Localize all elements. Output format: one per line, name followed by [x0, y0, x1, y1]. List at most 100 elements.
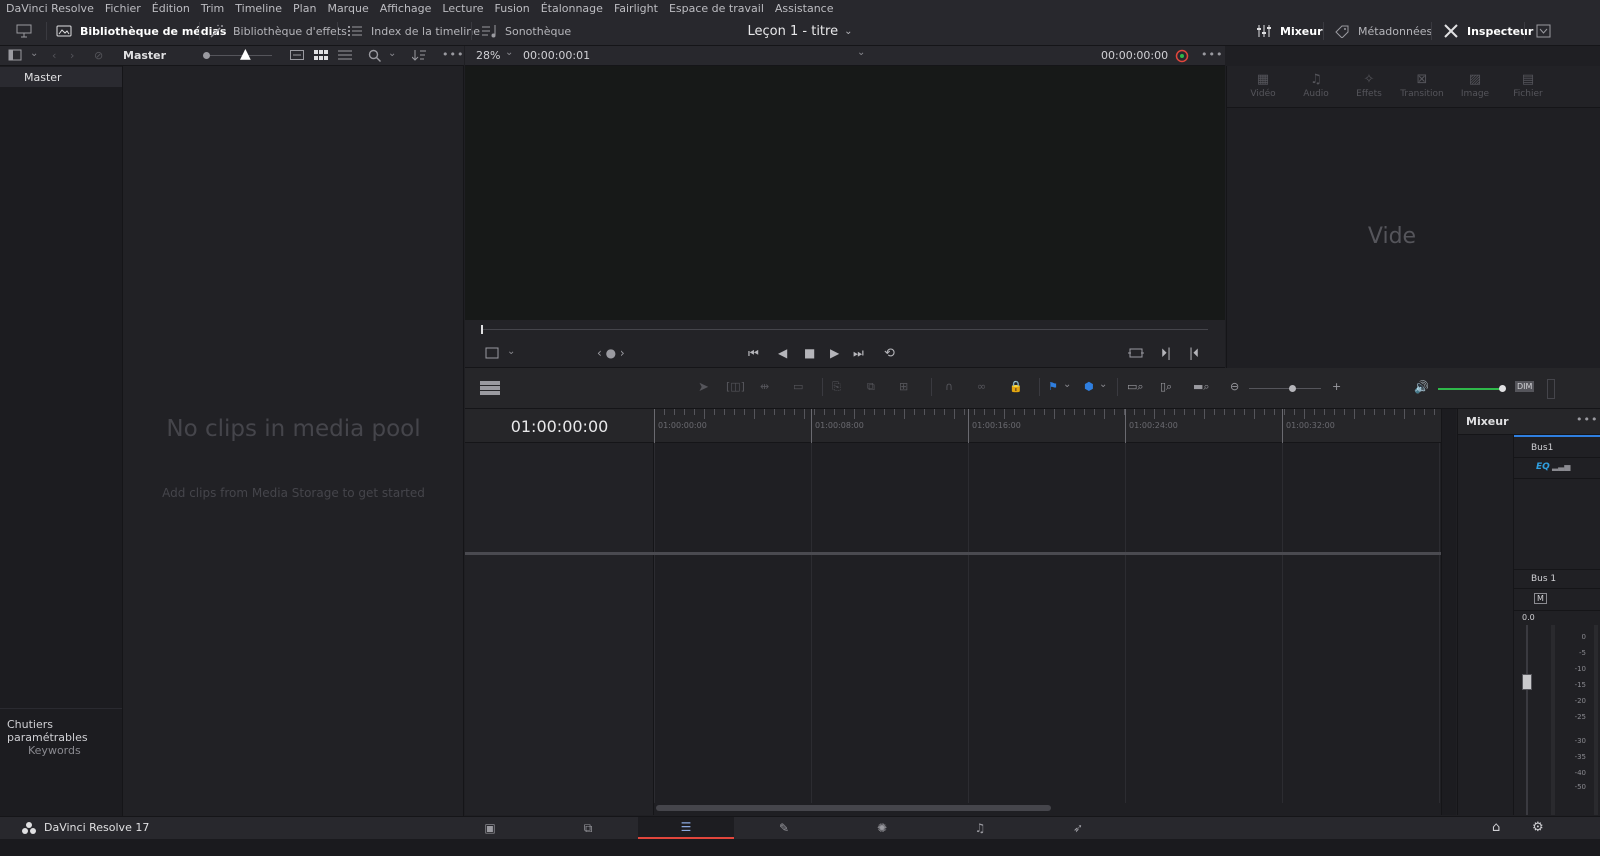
media-page-button[interactable]: ▣: [442, 817, 538, 839]
loop-icon[interactable]: ⟲: [884, 346, 895, 361]
edit-index-button[interactable]: Index de la timeline: [347, 16, 480, 46]
menu-item-13[interactable]: Assistance: [775, 2, 834, 15]
more-options-icon[interactable]: •••: [442, 48, 464, 61]
menu-item-0[interactable]: DaVinci Resolve: [6, 2, 94, 15]
list-view-icon[interactable]: [338, 50, 352, 63]
replace-clip-icon[interactable]: ⊞: [899, 380, 908, 393]
metadata-button[interactable]: Métadonnées: [1334, 16, 1432, 46]
slider-handle[interactable]: [203, 52, 210, 59]
timeline-horizontal-scrollbar[interactable]: [656, 805, 1051, 811]
inspector-tab-0[interactable]: ▦ Vidéo: [1237, 66, 1289, 108]
menu-item-4[interactable]: Timeline: [235, 2, 282, 15]
eq-button[interactable]: EQ: [1536, 462, 1550, 472]
inspector-tab-1[interactable]: ♫ Audio: [1290, 66, 1342, 108]
play-reverse-icon[interactable]: ◀: [778, 346, 787, 360]
playhead[interactable]: [481, 325, 483, 334]
sound-library-button[interactable]: Sonothèque: [481, 16, 571, 46]
viewer-mode-icon[interactable]: [485, 347, 499, 362]
menu-item-6[interactable]: Marque: [327, 2, 368, 15]
inspector-tab-5[interactable]: ▤ Fichier: [1502, 66, 1554, 108]
menu-item-9[interactable]: Fusion: [495, 2, 530, 15]
chevron-down-icon[interactable]: ⌄: [844, 26, 852, 37]
sort-icon[interactable]: [411, 49, 426, 64]
sidebar-toggle-icon[interactable]: [8, 49, 22, 64]
fader-track[interactable]: [1526, 625, 1528, 815]
zoom-in-icon[interactable]: +: [1332, 380, 1341, 393]
trim-tool-icon[interactable]: [◫]: [726, 380, 745, 393]
media-pool-button[interactable]: Bibliothèque de médias: [56, 16, 226, 46]
speaker-icon[interactable]: 🔊: [1414, 380, 1429, 394]
timeline-view-icon[interactable]: [480, 381, 500, 398]
expand-panel-button[interactable]: [1536, 16, 1560, 46]
mute-button[interactable]: M: [1534, 593, 1547, 604]
zoom-custom-icon[interactable]: ▬⌕: [1193, 380, 1210, 394]
play-icon[interactable]: ▶: [830, 346, 839, 360]
menu-item-1[interactable]: Fichier: [105, 2, 141, 15]
blade-tool-icon[interactable]: ⇹: [760, 380, 769, 393]
sidebar-item-keywords[interactable]: Keywords: [28, 744, 81, 757]
selection-tool-icon[interactable]: ➤: [698, 380, 709, 395]
menu-item-5[interactable]: Plan: [293, 2, 316, 15]
fairlight-page-button[interactable]: ♫: [932, 817, 1028, 839]
gear-icon[interactable]: ⚙: [1532, 820, 1544, 835]
lock-icon[interactable]: 🔒: [1009, 380, 1023, 393]
jog-control-icon[interactable]: ‹ ● ›: [597, 346, 625, 360]
media-pool-area[interactable]: No clips in media pool Add clips from Me…: [123, 66, 464, 816]
marker-icon[interactable]: ⬢: [1084, 380, 1094, 393]
metadata-view-icon[interactable]: [290, 50, 304, 63]
timeline-vertical-scroll[interactable]: [1441, 409, 1456, 815]
back-arrow-icon[interactable]: ‹: [52, 49, 56, 62]
fusion-page-button[interactable]: ✎: [736, 817, 832, 839]
menu-item-2[interactable]: Édition: [152, 2, 190, 15]
deliver-page-button[interactable]: ➶: [1030, 817, 1126, 839]
scrubber-bar[interactable]: [481, 329, 1208, 330]
snapping-icon[interactable]: ∩: [945, 380, 953, 393]
volume-slider-handle[interactable]: [1499, 385, 1506, 392]
thumbnail-size-slider[interactable]: [206, 55, 272, 56]
chevron-down-icon[interactable]: ⌄: [1063, 379, 1071, 390]
volume-slider[interactable]: [1438, 388, 1502, 390]
edit-page-button[interactable]: ☰: [638, 817, 734, 839]
go-to-end-icon[interactable]: ⏭: [853, 346, 864, 361]
effects-library-button[interactable]: Bibliothèque d'effets: [209, 16, 347, 46]
chevron-down-icon[interactable]: ⌄: [30, 48, 38, 59]
link-icon[interactable]: ∞: [977, 380, 986, 393]
menu-item-7[interactable]: Affichage: [380, 2, 432, 15]
zoom-out-icon[interactable]: ⊖: [1230, 380, 1239, 393]
chevron-down-icon[interactable]: ⌄: [857, 47, 865, 58]
home-icon[interactable]: ⌂: [1492, 820, 1500, 835]
more-options-icon[interactable]: •••: [1201, 48, 1223, 61]
inspector-tab-4[interactable]: ▨ Image: [1449, 66, 1501, 108]
match-frame-icon[interactable]: [1128, 347, 1144, 362]
go-to-start-icon[interactable]: ⏮: [748, 346, 759, 361]
video-audio-divider[interactable]: [465, 552, 1456, 555]
chevron-down-icon[interactable]: ⌄: [507, 346, 515, 357]
zoom-detail-icon[interactable]: ▯⌕: [1160, 380, 1172, 394]
insert-clip-icon[interactable]: ⎘: [832, 380, 841, 394]
zoom-slider[interactable]: [1249, 388, 1321, 389]
razor-icon[interactable]: ▭: [793, 380, 803, 393]
inspector-tab-3[interactable]: ⊠ Transition: [1396, 66, 1448, 108]
project-title[interactable]: Leçon 1 - titre: [748, 24, 839, 39]
inspector-button[interactable]: Inspecteur: [1443, 16, 1533, 46]
chevron-down-icon[interactable]: ⌄: [388, 48, 396, 59]
mixer-button[interactable]: Mixeur: [1256, 16, 1323, 46]
chevron-down-icon[interactable]: ⌄: [1099, 379, 1107, 390]
cut-page-button[interactable]: ⧉: [540, 817, 636, 839]
viewer-screen[interactable]: [465, 66, 1225, 320]
menu-item-10[interactable]: Étalonnage: [541, 2, 603, 15]
zoom-full-icon[interactable]: ▭⌕: [1127, 380, 1144, 394]
next-edit-icon[interactable]: ⏵|: [1161, 346, 1171, 361]
inspector-tab-2[interactable]: ✧ Effets: [1343, 66, 1395, 108]
menu-item-11[interactable]: Fairlight: [614, 2, 658, 15]
dim-button[interactable]: DIM: [1515, 381, 1535, 392]
color-wheel-icon[interactable]: [1175, 49, 1189, 66]
thumbnail-view-icon[interactable]: [314, 50, 328, 63]
color-page-button[interactable]: ✺: [834, 817, 930, 839]
link-icon[interactable]: ⊘: [94, 49, 103, 62]
workspace-toggle-button[interactable]: [16, 16, 40, 46]
stop-icon[interactable]: ■: [804, 346, 815, 360]
menu-item-12[interactable]: Espace de travail: [669, 2, 764, 15]
flag-icon[interactable]: ⚑: [1048, 380, 1058, 393]
search-icon[interactable]: [368, 49, 382, 65]
